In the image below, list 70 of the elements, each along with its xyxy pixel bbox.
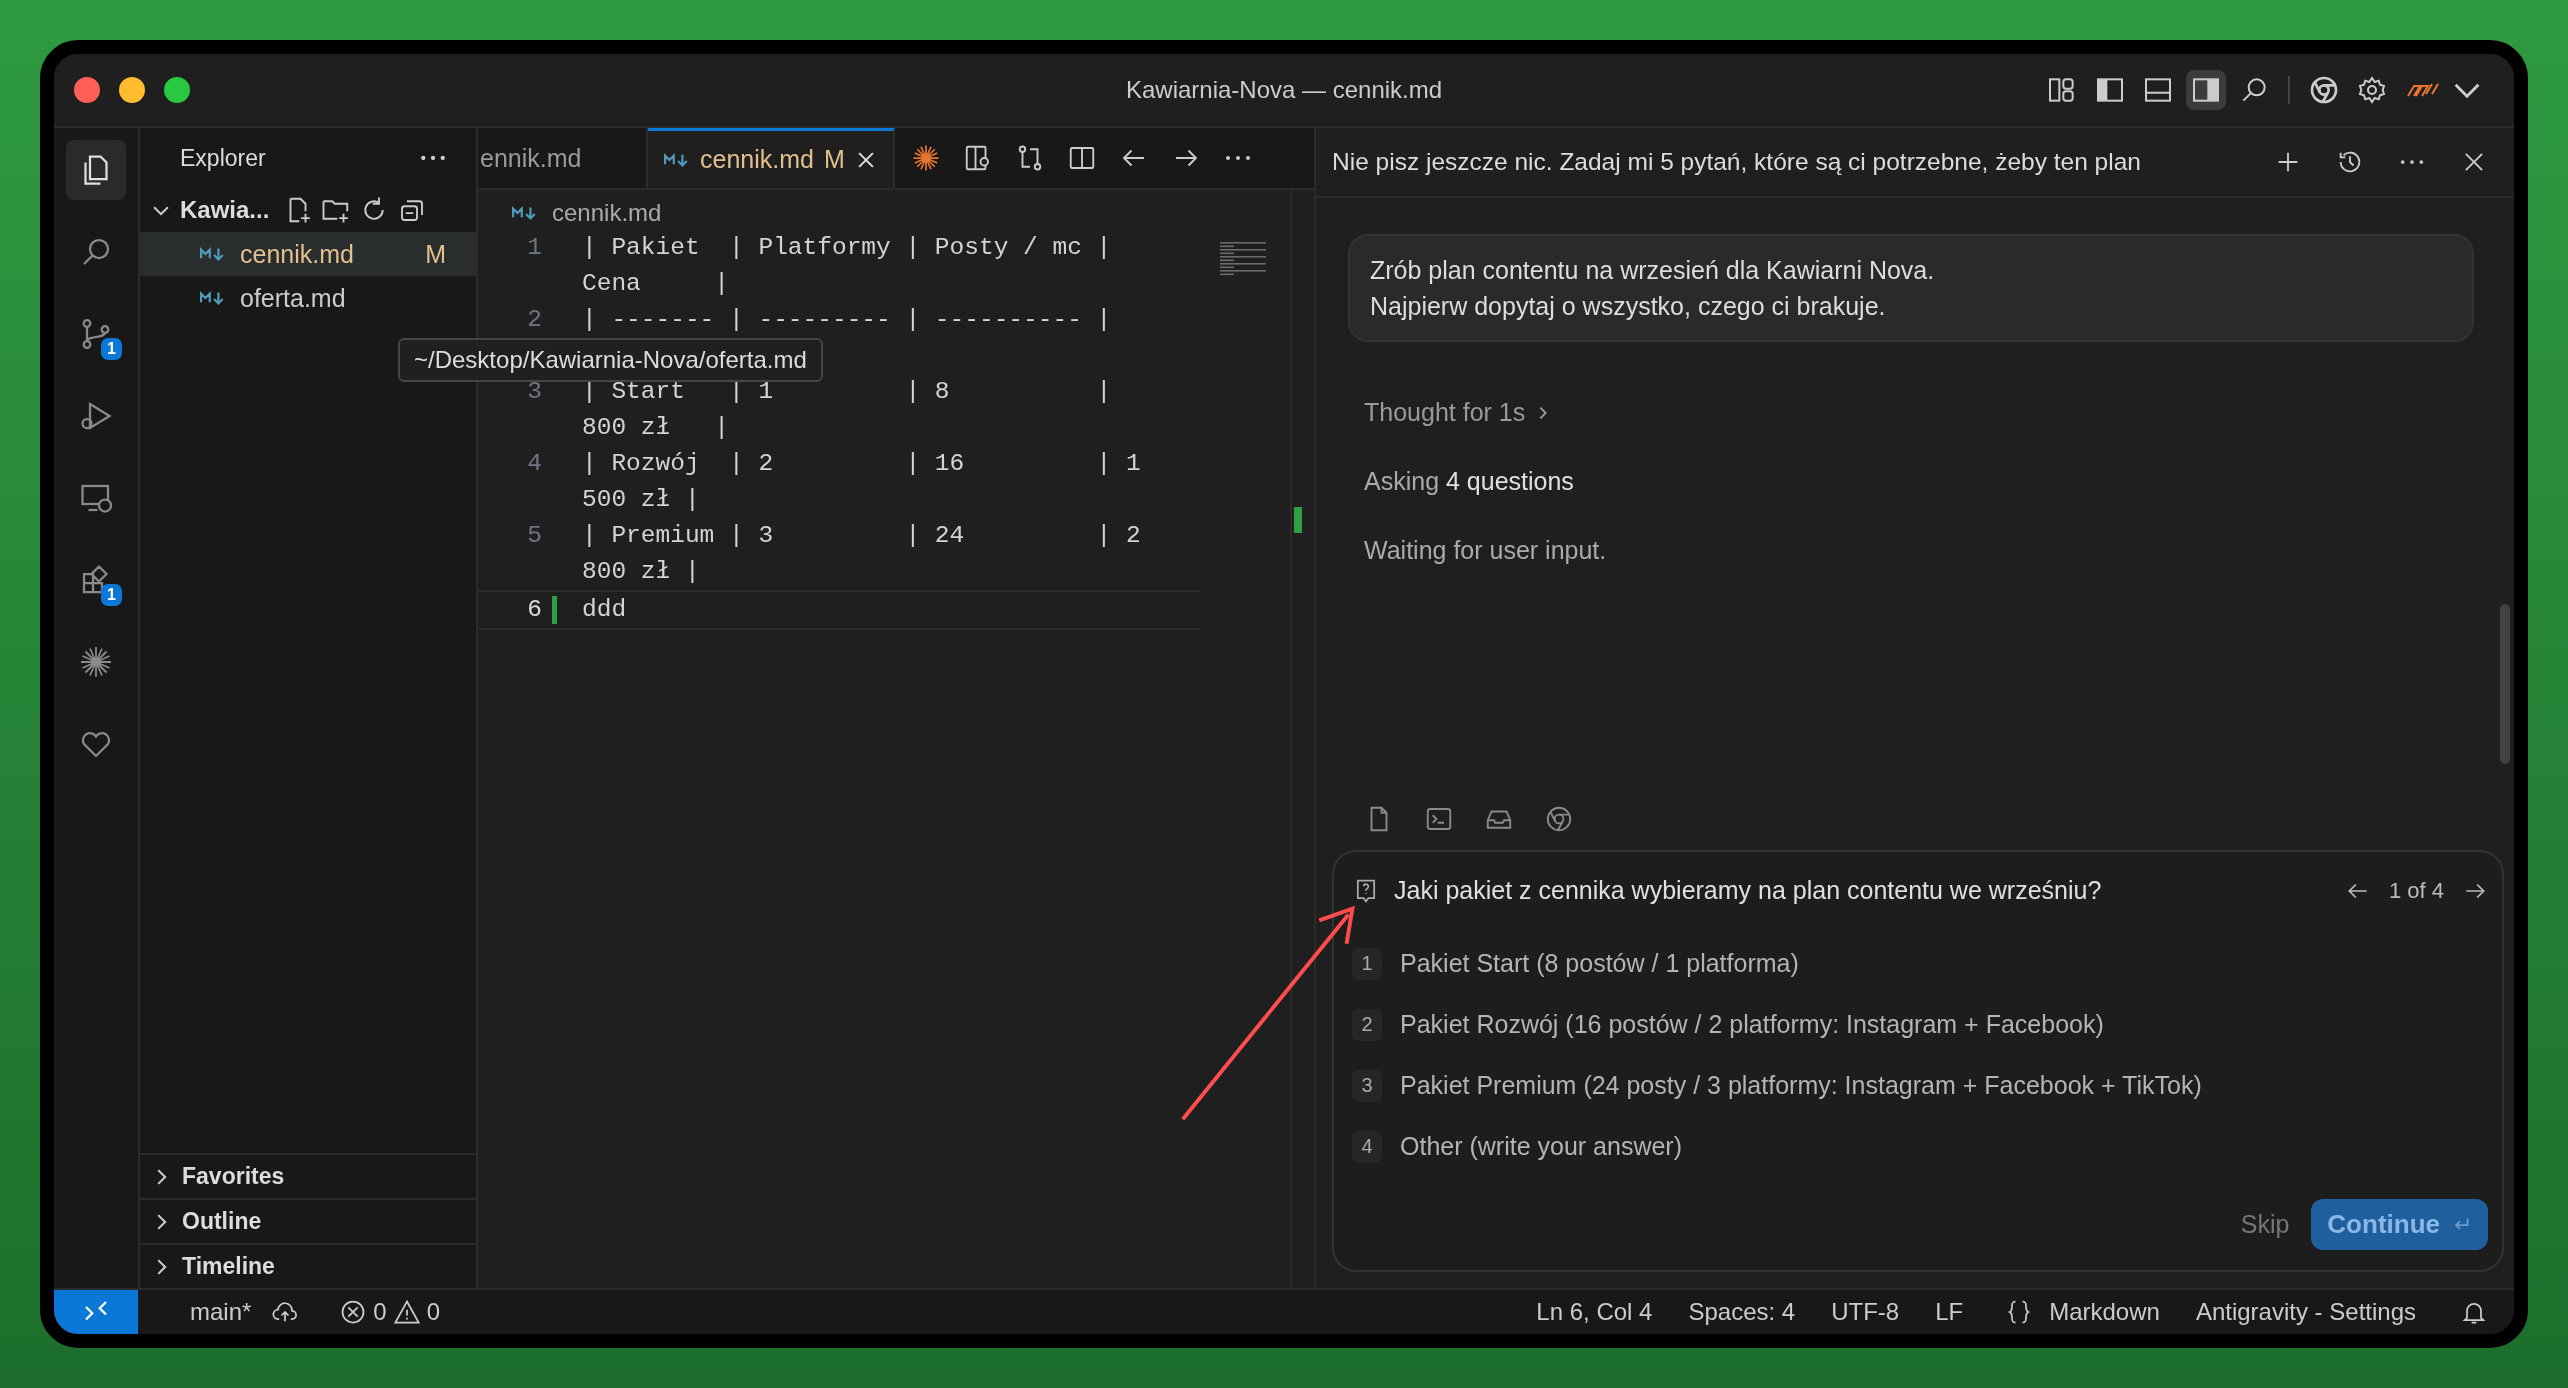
section-title: Timeline (182, 1253, 275, 1280)
line-number: 6 (526, 595, 542, 625)
markdown-icon (200, 291, 226, 305)
code-line: | ------- | --------- | ---------- | (582, 305, 1113, 335)
status-item[interactable]: Ln 6, Col 4 (1536, 1298, 1653, 1326)
status-item[interactable]: Markdown (2049, 1298, 2160, 1326)
scrollbar[interactable] (2500, 604, 2510, 764)
waiting-text: Waiting for user input. (1363, 536, 1608, 565)
browser-icon[interactable] (1544, 804, 1574, 834)
path-tooltip: ~/Desktop/Kawiarnia-Nova/oferta.md (398, 338, 823, 382)
warning-icon (392, 1298, 421, 1326)
markdown-icon (200, 247, 226, 261)
activity-bar-button[interactable]: 1 (66, 304, 126, 364)
status-item[interactable]: LF (1935, 1298, 1964, 1326)
change-marker (1294, 507, 1302, 533)
code-line: ddd (582, 595, 628, 625)
status-item[interactable]: UTF-8 (1831, 1298, 1900, 1326)
code-line: | Pakiet | Platformy | Posty / mc | Cena | (582, 233, 1113, 299)
section-header[interactable]: Outline (140, 1198, 476, 1243)
chevron-down-icon (2454, 82, 2480, 98)
status-item[interactable]: Spaces: 4 (1688, 1298, 1796, 1326)
pager-text: 1 of 4 (2388, 877, 2444, 904)
markdown-icon (512, 206, 538, 220)
code-line: | Rozwój | 2 | 16 | 1 500 zł | (582, 449, 1141, 515)
answer-option[interactable]: Pakiet Rozwój (16 postów / 2 platformy: Instagram + Facebook) (1400, 1010, 2104, 1039)
status-text: Asking 4 questions (1363, 467, 1575, 496)
line-number: 4 (526, 449, 542, 479)
folder-name[interactable]: Kawia... (180, 196, 270, 224)
more-icon[interactable] (420, 154, 446, 162)
browser-icon (2308, 74, 2340, 106)
chevron-right-icon (1539, 405, 1548, 420)
section-header[interactable]: Favorites (140, 1153, 476, 1198)
skip-button[interactable]: Skip (2240, 1210, 2290, 1239)
option-number: 4 (1352, 1130, 1382, 1163)
branch-status[interactable]: main* (190, 1298, 252, 1326)
answer-option[interactable]: Pakiet Premium (24 posty / 3 platformy: Instagram + Facebook + TikTok) (1400, 1071, 2202, 1100)
count-badge: 1 (101, 338, 122, 360)
section-title: Outline (182, 1208, 262, 1235)
thought-toggle[interactable]: Thought for 1s (1348, 398, 2474, 427)
user-message: Zrób plan contentu na wrzesień dla Kawiarni Nova. Najpierw dopytaj o wszystko, czego ci brakuje. (1348, 234, 2474, 342)
asterisk-icon (78, 644, 114, 680)
problems-status[interactable]: 0 0 (339, 1298, 441, 1326)
answer-option[interactable]: Pakiet Start (8 postów / 1 platforma) (1400, 949, 1799, 978)
maximize-window-button[interactable] (164, 77, 190, 103)
file-item[interactable]: cennik.md M (140, 232, 476, 276)
line-number: 1 (526, 233, 542, 263)
remote-button[interactable] (54, 1290, 138, 1334)
activity-bar-button[interactable]: 1 (66, 550, 126, 610)
answer-option[interactable]: Other (write your answer) (1400, 1132, 1683, 1161)
option-number: 1 (1352, 947, 1382, 980)
option-number: 3 (1352, 1069, 1382, 1102)
sidebar-title: Explorer (180, 144, 266, 172)
file-item[interactable]: oferta.md (140, 276, 476, 320)
line-number: 5 (526, 521, 542, 551)
window-title: Kawiarnia-Nova — cennik.md (1125, 76, 1443, 104)
breadcrumb[interactable]: cennik.md (552, 199, 662, 227)
option-number: 2 (1352, 1008, 1382, 1041)
chat-title: Nie pisz jeszcze nic. Zadaj mi 5 pytań, które są ci potrzebne, żeby ten plan (1332, 148, 2142, 176)
activity-bar-button[interactable] (66, 140, 126, 200)
editor-tab[interactable]: cennik.md M (648, 128, 895, 188)
close-window-button[interactable] (74, 77, 100, 103)
section-title: Favorites (182, 1163, 285, 1190)
question-text: Jaki pakiet z cennika wybieramy na plan contentu we wrześniu? (1394, 876, 2103, 905)
count-badge: 1 (101, 584, 122, 606)
settings-icon (2356, 74, 2388, 106)
line-number: 2 (526, 305, 542, 335)
toolbar-button[interactable] (2186, 70, 2226, 110)
status-item[interactable]: Antigravity - Settings (2195, 1298, 2416, 1326)
minimize-window-button[interactable] (119, 77, 145, 103)
markdown-icon (664, 152, 690, 167)
